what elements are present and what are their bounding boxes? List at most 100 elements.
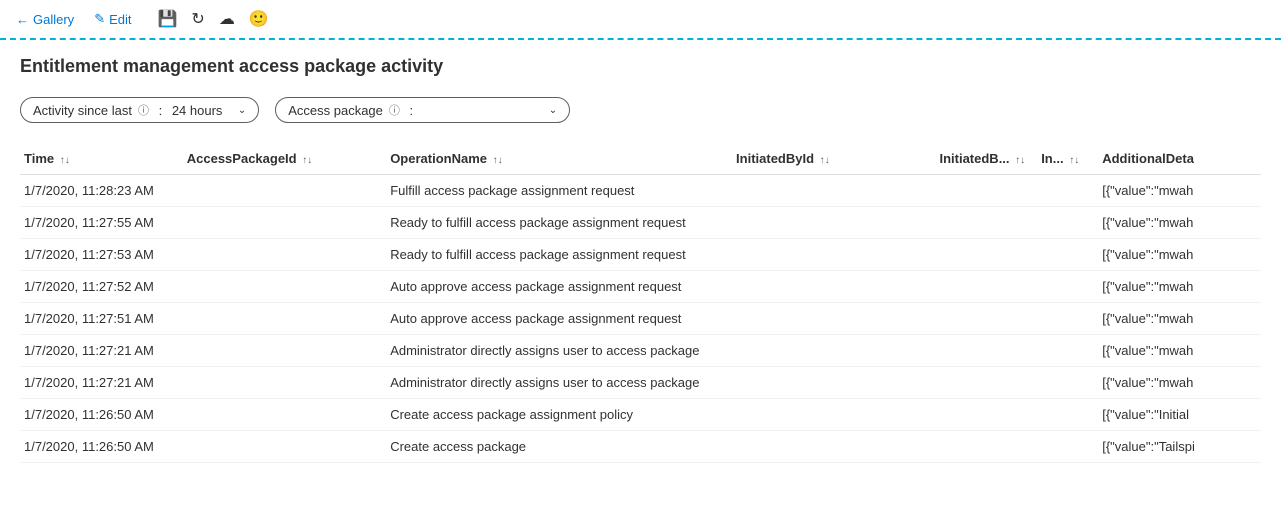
- table-row: 1/7/2020, 11:27:21 AM Administrator direc…: [20, 335, 1261, 367]
- initiatedb-cell: [935, 367, 1037, 399]
- filters-row: Activity since last ⓘ : 24 hours ⌄ Acces…: [20, 97, 1261, 123]
- emoji-icon[interactable]: 🙂: [249, 9, 269, 29]
- back-arrow-icon: ←: [16, 12, 29, 27]
- col-header-opname[interactable]: OperationName ↑↓: [386, 143, 732, 175]
- in-cell: [1037, 303, 1098, 335]
- initiatedb-cell: [935, 303, 1037, 335]
- filter-colon-1: :: [155, 103, 166, 118]
- sort-icon-time: ↑↓: [60, 155, 70, 166]
- toolbar-left: ← Gallery ✎ Edit: [12, 9, 136, 29]
- pkgid-cell: [183, 239, 386, 271]
- save-icon[interactable]: 💾: [158, 9, 178, 29]
- addldata-cell: [{"value":"mwah: [1098, 239, 1261, 271]
- opname-cell: Ready to fulfill access package assignme…: [386, 207, 732, 239]
- edit-button[interactable]: ✎ Edit: [90, 9, 135, 29]
- initbyid-cell: [732, 367, 935, 399]
- col-header-initiatedb[interactable]: InitiatedB... ↑↓: [935, 143, 1037, 175]
- initiatedb-cell: [935, 207, 1037, 239]
- col-pkgid-label: AccessPackageId: [187, 151, 297, 166]
- activity-info-icon: ⓘ: [138, 102, 149, 118]
- addldata-cell: [{"value":"mwah: [1098, 175, 1261, 207]
- opname-cell: Fulfill access package assignment reques…: [386, 175, 732, 207]
- initbyid-cell: [732, 175, 935, 207]
- edit-label: Edit: [109, 12, 131, 27]
- pkgid-cell: [183, 399, 386, 431]
- col-header-in[interactable]: In... ↑↓: [1037, 143, 1098, 175]
- opname-cell: Auto approve access package assignment r…: [386, 303, 732, 335]
- activity-filter-label: Activity since last: [33, 103, 132, 118]
- access-package-filter-value: [423, 103, 543, 118]
- initiatedb-cell: [935, 431, 1037, 463]
- sort-icon-opname: ↑↓: [493, 155, 503, 166]
- opname-cell: Administrator directly assigns user to a…: [386, 335, 732, 367]
- col-addldata-label: AdditionalDeta: [1102, 151, 1194, 166]
- activity-filter-value: 24 hours: [172, 103, 232, 118]
- access-info-icon: ⓘ: [389, 102, 400, 118]
- initbyid-cell: [732, 335, 935, 367]
- activity-filter-control[interactable]: Activity since last ⓘ : 24 hours ⌄: [20, 97, 259, 123]
- opname-cell: Create access package assignment policy: [386, 399, 732, 431]
- table-row: 1/7/2020, 11:27:55 AMReady to fulfill ac…: [20, 207, 1261, 239]
- sort-icon-initiatedb: ↑↓: [1015, 155, 1025, 166]
- opname-cell: Auto approve access package assignment r…: [386, 271, 732, 303]
- refresh-icon[interactable]: ↻: [191, 9, 204, 29]
- col-header-addldata[interactable]: AdditionalDeta: [1098, 143, 1261, 175]
- table-header: Time ↑↓ AccessPackageId ↑↓ OperationName…: [20, 143, 1261, 175]
- pkgid-cell: [183, 175, 386, 207]
- access-package-filter-control[interactable]: Access package ⓘ : ⌄: [275, 97, 570, 123]
- opname-cell: Administrator directly assigns user to a…: [386, 367, 732, 399]
- initiatedb-cell: [935, 335, 1037, 367]
- time-cell: 1/7/2020, 11:26:50 AM: [20, 399, 183, 431]
- col-initbyid-label: InitiatedById: [736, 151, 814, 166]
- addldata-cell: [{"value":"mwah: [1098, 303, 1261, 335]
- table-row: 1/7/2020, 11:27:51 AMAuto approve access…: [20, 303, 1261, 335]
- activity-chevron-icon: ⌄: [238, 105, 246, 116]
- table-row: 1/7/2020, 11:28:23 AM Fulfill access pack…: [20, 175, 1261, 207]
- table-row: 1/7/2020, 11:27:53 AM Ready to fulfill ac…: [20, 239, 1261, 271]
- addldata-cell: [{"value":"Tailspi: [1098, 431, 1261, 463]
- page-title: Entitlement management access package ac…: [20, 56, 1261, 77]
- access-chevron-icon: ⌄: [549, 105, 557, 116]
- cloud-icon[interactable]: ☁: [219, 9, 235, 29]
- in-cell: [1037, 239, 1098, 271]
- initbyid-cell: [732, 207, 935, 239]
- col-header-time[interactable]: Time ↑↓: [20, 143, 183, 175]
- in-cell: [1037, 335, 1098, 367]
- sort-icon-pkgid: ↑↓: [302, 155, 312, 166]
- time-cell: 1/7/2020, 11:28:23 AM: [20, 175, 183, 207]
- gallery-back-button[interactable]: ← Gallery: [12, 10, 78, 29]
- time-cell: 1/7/2020, 11:27:53 AM: [20, 239, 183, 271]
- initbyid-cell: [732, 303, 935, 335]
- opname-cell: Ready to fulfill access package assignme…: [386, 239, 732, 271]
- sort-icon-in: ↑↓: [1069, 155, 1079, 166]
- initbyid-cell: [732, 271, 935, 303]
- initbyid-cell: [732, 239, 935, 271]
- table-row: 1/7/2020, 11:26:50 AMCreate access packa…: [20, 431, 1261, 463]
- time-cell: 1/7/2020, 11:27:21 AM: [20, 335, 183, 367]
- addldata-cell: [{"value":"Initial: [1098, 399, 1261, 431]
- time-cell: 1/7/2020, 11:26:50 AM: [20, 431, 183, 463]
- initiatedb-cell: [935, 399, 1037, 431]
- pkgid-cell: [183, 367, 386, 399]
- pkgid-cell: [183, 431, 386, 463]
- col-header-packageid[interactable]: AccessPackageId ↑↓: [183, 143, 386, 175]
- initiatedb-cell: [935, 175, 1037, 207]
- gallery-label: Gallery: [33, 12, 74, 27]
- initbyid-cell: [732, 399, 935, 431]
- pkgid-cell: [183, 303, 386, 335]
- initbyid-cell: [732, 431, 935, 463]
- time-cell: 1/7/2020, 11:27:52 AM: [20, 271, 183, 303]
- col-opname-label: OperationName: [390, 151, 487, 166]
- col-header-initbyid[interactable]: InitiatedById ↑↓: [732, 143, 935, 175]
- table-body: 1/7/2020, 11:28:23 AM Fulfill access pack…: [20, 175, 1261, 463]
- time-cell: 1/7/2020, 11:27:21 AM: [20, 367, 183, 399]
- sort-icon-initbyid: ↑↓: [820, 155, 830, 166]
- access-package-filter-label: Access package: [288, 103, 383, 118]
- col-initiatedb-label: InitiatedB...: [939, 151, 1009, 166]
- addldata-cell: [{"value":"mwah: [1098, 335, 1261, 367]
- table-row: 1/7/2020, 11:27:52 AM Auto approve access…: [20, 271, 1261, 303]
- in-cell: [1037, 207, 1098, 239]
- initiatedb-cell: [935, 239, 1037, 271]
- in-cell: [1037, 271, 1098, 303]
- addldata-cell: [{"value":"mwah: [1098, 271, 1261, 303]
